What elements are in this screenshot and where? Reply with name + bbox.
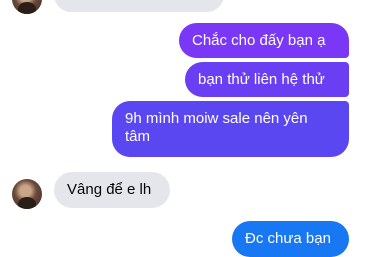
message-bubble-sent[interactable]: Chắc cho đấy bạn ạ: [179, 23, 349, 58]
message-bubble-received[interactable]: [54, 0, 224, 12]
contact-avatar[interactable]: [12, 179, 42, 209]
message-bubble-sent[interactable]: 9h mình moiw sale nên yên tâm: [112, 101, 349, 157]
contact-avatar[interactable]: [12, 0, 42, 14]
message-bubble-sent[interactable]: bạn thử liên hệ thử: [185, 62, 349, 97]
chat-thread: Chắc cho đấy bạn ạ bạn thử liên hệ thử 9…: [0, 0, 374, 257]
message-bubble-received[interactable]: Vâng để e lh: [54, 172, 170, 208]
message-bubble-sent[interactable]: Đc chưa bạn: [232, 221, 349, 257]
